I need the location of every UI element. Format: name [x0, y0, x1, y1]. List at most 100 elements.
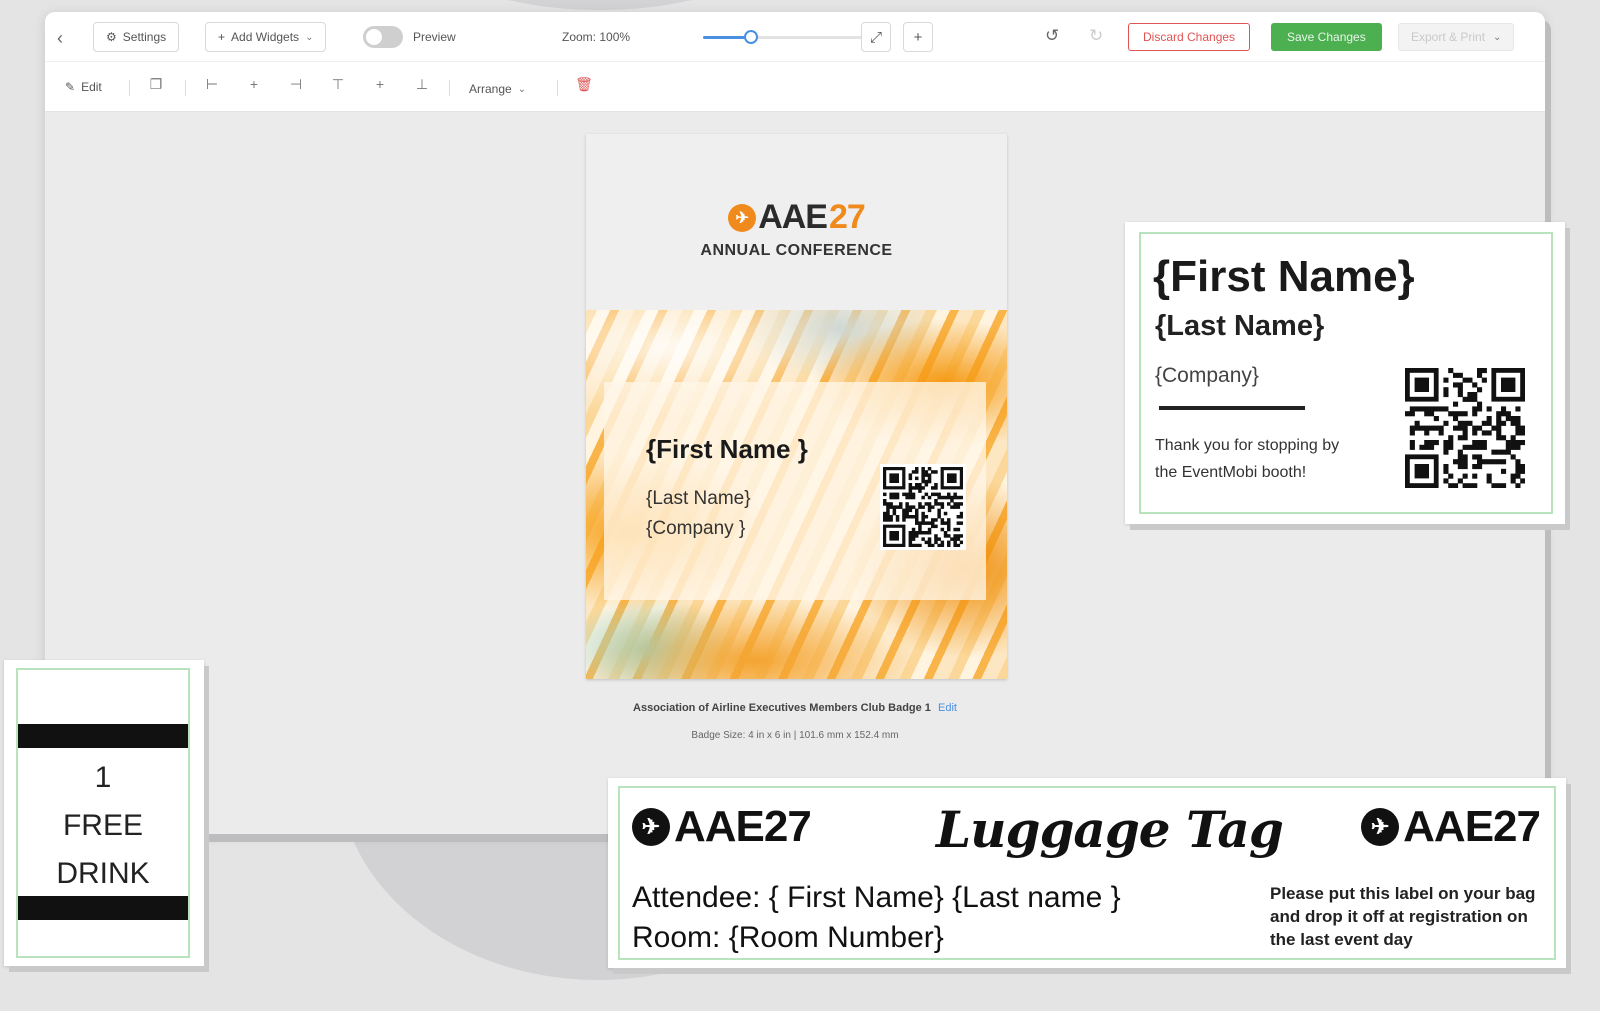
export-print-label: Export & Print: [1411, 30, 1486, 44]
luggage-tag-title: Luggage Tag: [936, 800, 1284, 859]
airplane-icon: ✈: [632, 808, 670, 846]
luggage-logo-text: AAE27: [1403, 802, 1541, 851]
sticker-message: Thank you for stopping by the EventMobi …: [1155, 432, 1339, 486]
luggage-note-line: and drop it off at registration on: [1270, 907, 1528, 926]
airplane-icon: ✈: [1361, 808, 1400, 846]
back-button[interactable]: ‹: [57, 28, 63, 49]
zoom-slider-handle[interactable]: [743, 30, 758, 44]
align-center-horizontal-icon[interactable]: +: [245, 76, 263, 92]
settings-button[interactable]: ⚙ Settings: [93, 22, 180, 52]
discard-changes-button[interactable]: Discard Changes: [1128, 23, 1251, 51]
fit-to-screen-button[interactable]: ⤢: [861, 22, 891, 52]
qr-code: [880, 464, 966, 550]
sticker-last-name: {Last Name}: [1155, 310, 1325, 342]
plus-icon: +: [218, 30, 226, 44]
undo-button[interactable]: ↺: [1045, 26, 1059, 46]
add-widgets-label: Add Widgets: [231, 30, 300, 44]
drink-ticket-text: 1 FREE DRINK: [18, 754, 188, 898]
drink-ticket-border: 1 FREE DRINK: [16, 668, 190, 958]
badge-last-name: {Last Name}: [646, 488, 751, 509]
sticker-qr-code: [1405, 368, 1525, 488]
sticker-message-line: the EventMobi booth!: [1155, 464, 1307, 481]
align-top-icon[interactable]: ⊤: [329, 76, 347, 93]
arrange-dropdown[interactable]: Arrange ⌄: [469, 82, 526, 96]
chevron-down-icon: ⌄: [517, 83, 527, 95]
toolbar-divider: [185, 80, 186, 96]
preview-toggle[interactable]: [363, 26, 403, 48]
luggage-note-line: Please put this label on your bag: [1270, 884, 1536, 903]
edit-toolbar: [45, 62, 1545, 112]
settings-label: Settings: [122, 30, 167, 44]
align-bottom-icon[interactable]: ⊥: [413, 76, 431, 93]
luggage-attendee-info: Attendee: { First Name} {Last name } Roo…: [632, 878, 1121, 958]
zoom-slider[interactable]: [703, 30, 887, 44]
trash-icon[interactable]: 🗑: [575, 76, 593, 93]
preview-label: Preview: [413, 30, 456, 44]
badge-size-label: Badge Size: 4 in x 6 in | 101.6 mm x 152…: [691, 730, 899, 741]
drink-ticket-line: DRINK: [56, 857, 150, 890]
sticker-divider: [1159, 406, 1305, 410]
badge-name: Association of Airline Executives Member…: [633, 702, 931, 714]
luggage-logo-text: AAE27: [674, 802, 812, 851]
drink-ticket-line: 1: [94, 761, 112, 794]
arrange-label: Arrange: [469, 82, 512, 96]
luggage-note-line: the last event day: [1270, 930, 1413, 949]
gear-icon: ⚙: [106, 30, 117, 44]
badge-artwork: {First Name } {Last Name} {Company }: [586, 310, 1007, 679]
luggage-tag-border: ✈ AAE27 Luggage Tag ✈ AAE27 Attendee: { …: [618, 786, 1556, 960]
pencil-icon: ✎: [65, 80, 76, 94]
chevron-down-icon: ⌄: [305, 31, 314, 43]
expand-icon: ⤢: [869, 28, 882, 46]
sticker-label-card[interactable]: {First Name} {Last Name} {Company} Thank…: [1125, 222, 1565, 524]
redo-button[interactable]: ↻: [1089, 26, 1103, 46]
luggage-logo-right: ✈ AAE27: [1361, 802, 1541, 852]
zoom-in-button[interactable]: +: [903, 22, 933, 52]
badge-first-name: {First Name }: [646, 434, 808, 464]
luggage-attendee: Attendee: { First Name} {Last name }: [632, 881, 1121, 914]
badge-canvas[interactable]: ✈ AAE 27 ANNUAL CONFERENCE {First Name }…: [586, 134, 1007, 679]
logo-text-dark: AAE: [758, 198, 828, 236]
badge-caption: Association of Airline Executives Member…: [585, 702, 1005, 714]
drink-ticket-card[interactable]: 1 FREE DRINK: [4, 660, 204, 966]
align-right-icon[interactable]: ⊣: [287, 76, 305, 93]
top-toolbar: ‹ ⚙ Settings + Add Widgets ⌄ Preview Zoo…: [45, 12, 1545, 62]
luggage-logo-left: ✈ AAE27: [632, 802, 812, 852]
align-left-icon[interactable]: ⊢: [203, 76, 221, 93]
edit-button[interactable]: ✎ Edit: [65, 80, 102, 94]
drink-ticket-bar-bottom: [18, 896, 188, 920]
undo-icon: ↺: [1045, 26, 1060, 45]
conference-title: ANNUAL CONFERENCE: [700, 242, 893, 259]
preview-toggle-group: Preview: [363, 26, 456, 48]
edit-label: Edit: [81, 80, 102, 94]
zoom-label: Zoom: 100%: [562, 30, 631, 44]
chevron-left-icon: ‹: [57, 28, 63, 48]
luggage-tag-card[interactable]: ✈ AAE27 Luggage Tag ✈ AAE27 Attendee: { …: [608, 778, 1566, 968]
drink-ticket-line: FREE: [62, 809, 143, 842]
badge-header: ✈ AAE 27 ANNUAL CONFERENCE: [586, 134, 1007, 310]
add-widgets-button[interactable]: + Add Widgets ⌄: [205, 22, 327, 52]
plus-icon: +: [913, 28, 923, 46]
badge-company: {Company }: [646, 518, 746, 539]
background-shape-top: [410, 0, 790, 10]
export-print-button[interactable]: Export & Print ⌄: [1398, 23, 1515, 51]
toolbar-divider: [449, 80, 450, 96]
chevron-down-icon: ⌄: [1493, 31, 1502, 43]
align-middle-icon[interactable]: +: [371, 76, 389, 92]
badge-name-panel[interactable]: {First Name } {Last Name} {Company }: [604, 382, 986, 600]
badge-edit-link[interactable]: Edit: [938, 702, 957, 714]
sticker-company: {Company}: [1155, 364, 1259, 387]
toolbar-divider: [557, 80, 558, 96]
luggage-note: Please put this label on your bag and dr…: [1270, 882, 1535, 951]
drink-ticket-bar-top: [18, 724, 188, 748]
duplicate-icon[interactable]: ❐: [147, 76, 165, 93]
airplane-icon: ✈: [728, 203, 757, 232]
save-changes-button[interactable]: Save Changes: [1271, 23, 1382, 51]
sticker-message-line: Thank you for stopping by: [1155, 437, 1340, 454]
sticker-first-name: {First Name}: [1153, 252, 1415, 301]
redo-icon: ↻: [1089, 26, 1104, 45]
luggage-room: Room: {Room Number}: [632, 921, 944, 954]
conference-logo: ✈ AAE 27: [586, 198, 1007, 237]
logo-text-orange: 27: [828, 198, 866, 236]
toolbar-divider: [129, 80, 130, 96]
sticker-label-border: {First Name} {Last Name} {Company} Thank…: [1139, 232, 1553, 514]
